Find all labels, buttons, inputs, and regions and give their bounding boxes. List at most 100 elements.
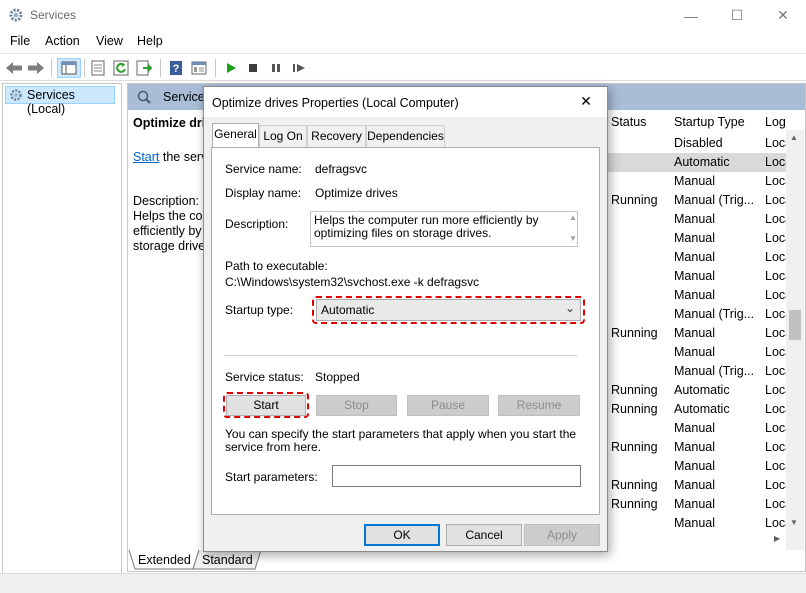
table-row[interactable]: Running Manual (Trig... Loca — [604, 191, 792, 210]
table-row[interactable]: Manual Loca — [604, 248, 792, 267]
service-name-label: Service name: — [225, 162, 302, 176]
view-icon[interactable] — [189, 58, 209, 78]
startup-type-cell: Manual — [674, 212, 715, 226]
dialog-close-button[interactable]: ✕ — [576, 93, 596, 113]
status-bar — [0, 573, 806, 593]
table-row[interactable]: Running Automatic Loca — [604, 400, 792, 419]
restart-icon[interactable] — [289, 58, 309, 78]
chevron-down-icon: ⌄ — [565, 301, 576, 315]
table-row[interactable]: Manual Loca — [604, 514, 792, 533]
service-status-label: Service status: — [225, 370, 304, 384]
minimize-button[interactable]: — — [668, 0, 714, 31]
title-bar: Services — ☐ ✕ — [0, 0, 806, 31]
start-params-input[interactable] — [332, 465, 581, 487]
scroll-right-icon[interactable]: ▶ — [774, 534, 780, 543]
table-row[interactable]: Manual Loca — [604, 457, 792, 476]
table-row[interactable]: Manual Loca — [604, 172, 792, 191]
startup-type-cell: Manual — [674, 250, 715, 264]
apply-button[interactable]: Apply — [524, 524, 600, 546]
tab-dependencies[interactable]: Dependencies — [366, 125, 445, 147]
resume-button[interactable]: Resume — [498, 395, 580, 416]
column-header-startup-type[interactable]: Startup Type — [674, 115, 745, 129]
services-list: Disabled Loca Automatic Loca Manual Loca Runni… — [604, 134, 792, 534]
scroll-down-icon[interactable]: ▼ — [790, 518, 798, 527]
tree-item-services-local[interactable]: Services (Local) — [5, 86, 115, 116]
tab-general[interactable]: General — [212, 123, 259, 148]
back-icon[interactable] — [4, 58, 24, 78]
maximize-button[interactable]: ☐ — [714, 0, 760, 31]
services-gear-icon — [9, 88, 23, 102]
dialog-title-bar: Optimize drives Properties (Local Comput… — [204, 87, 607, 117]
status-cell: Running — [611, 326, 658, 340]
menu-file[interactable]: File — [10, 34, 30, 48]
ok-button[interactable]: OK — [364, 524, 440, 546]
table-row[interactable]: Running Manual Loca — [604, 476, 792, 495]
pause-button[interactable]: Pause — [407, 395, 489, 416]
description-textbox[interactable]: Helps the computer run more efficiently … — [310, 211, 578, 247]
scroll-up-icon[interactable]: ▲ — [569, 213, 577, 222]
column-header-log-on[interactable]: Log — [765, 115, 786, 129]
help-icon[interactable]: ? — [166, 58, 186, 78]
close-window-button[interactable]: ✕ — [760, 0, 806, 31]
startup-type-cell: Manual — [674, 231, 715, 245]
table-row[interactable]: Manual (Trig... Loca — [604, 305, 792, 324]
table-row[interactable]: Running Automatic Loca — [604, 381, 792, 400]
path-value: C:\Windows\system32\svchost.exe -k defra… — [225, 275, 480, 289]
table-row[interactable]: Manual Loca — [604, 267, 792, 286]
properties-dialog: Optimize drives Properties (Local Comput… — [203, 86, 608, 552]
export-icon[interactable] — [134, 58, 154, 78]
window-title: Services — [30, 8, 77, 22]
services-gear-icon — [8, 7, 24, 23]
table-row[interactable]: Disabled Loca — [604, 134, 792, 153]
menu-view[interactable]: View — [96, 34, 123, 48]
scroll-down-icon[interactable]: ▼ — [569, 234, 577, 243]
refresh-icon[interactable] — [111, 58, 131, 78]
startup-type-cell: Manual (Trig... — [674, 193, 755, 207]
tab-extended[interactable]: Extended — [138, 553, 191, 567]
start-service-link[interactable]: Start — [133, 150, 159, 164]
table-row[interactable]: Manual Loca — [604, 343, 792, 362]
status-cell: Running — [611, 193, 658, 207]
tab-recovery[interactable]: Recovery — [307, 125, 366, 147]
play-icon[interactable] — [221, 58, 241, 78]
column-header-status[interactable]: Status — [611, 115, 646, 129]
display-name-value: Optimize drives — [315, 186, 398, 200]
table-row[interactable]: Running Manual Loca — [604, 438, 792, 457]
forward-icon[interactable] — [26, 58, 46, 78]
tab-standard[interactable]: Standard — [202, 553, 253, 567]
table-row[interactable]: Automatic Loca — [604, 153, 792, 172]
stop-icon[interactable] — [243, 58, 263, 78]
startup-type-cell: Manual — [674, 497, 715, 511]
table-row[interactable]: Manual Loca — [604, 229, 792, 248]
menu-action[interactable]: Action — [45, 34, 80, 48]
startup-type-cell: Manual — [674, 516, 715, 530]
startup-type-cell: Manual — [674, 326, 715, 340]
status-cell: Running — [611, 478, 658, 492]
status-cell: Running — [611, 497, 658, 511]
stop-button[interactable]: Stop — [316, 395, 397, 416]
table-row[interactable]: Manual Loca — [604, 210, 792, 229]
properties-icon[interactable] — [88, 58, 108, 78]
menu-bar: File Action View Help — [0, 31, 806, 52]
menu-help[interactable]: Help — [137, 34, 163, 48]
description-label: Description: — [225, 217, 289, 231]
service-heading: Optimize dri — [133, 116, 206, 130]
startup-type-select[interactable]: Automatic ⌄ — [316, 299, 581, 321]
scroll-up-icon[interactable]: ▲ — [790, 133, 798, 142]
startup-type-cell: Disabled — [674, 136, 723, 150]
console-tree: Services (Local) — [2, 83, 122, 591]
status-cell: Running — [611, 440, 658, 454]
tab-log-on[interactable]: Log On — [259, 125, 307, 147]
console-tree-icon[interactable] — [57, 58, 81, 78]
pause-icon[interactable] — [266, 58, 286, 78]
cancel-button[interactable]: Cancel — [446, 524, 522, 546]
start-button[interactable]: Start — [226, 395, 306, 416]
table-row[interactable]: Running Manual Loca — [604, 495, 792, 514]
start-params-label: Start parameters: — [225, 470, 318, 484]
table-row[interactable]: Manual Loca — [604, 419, 792, 438]
vertical-scrollbar-thumb[interactable] — [789, 310, 801, 340]
table-row[interactable]: Running Manual Loca — [604, 324, 792, 343]
table-row[interactable]: Manual Loca — [604, 286, 792, 305]
vertical-scrollbar[interactable] — [786, 130, 804, 550]
table-row[interactable]: Manual (Trig... Loca — [604, 362, 792, 381]
